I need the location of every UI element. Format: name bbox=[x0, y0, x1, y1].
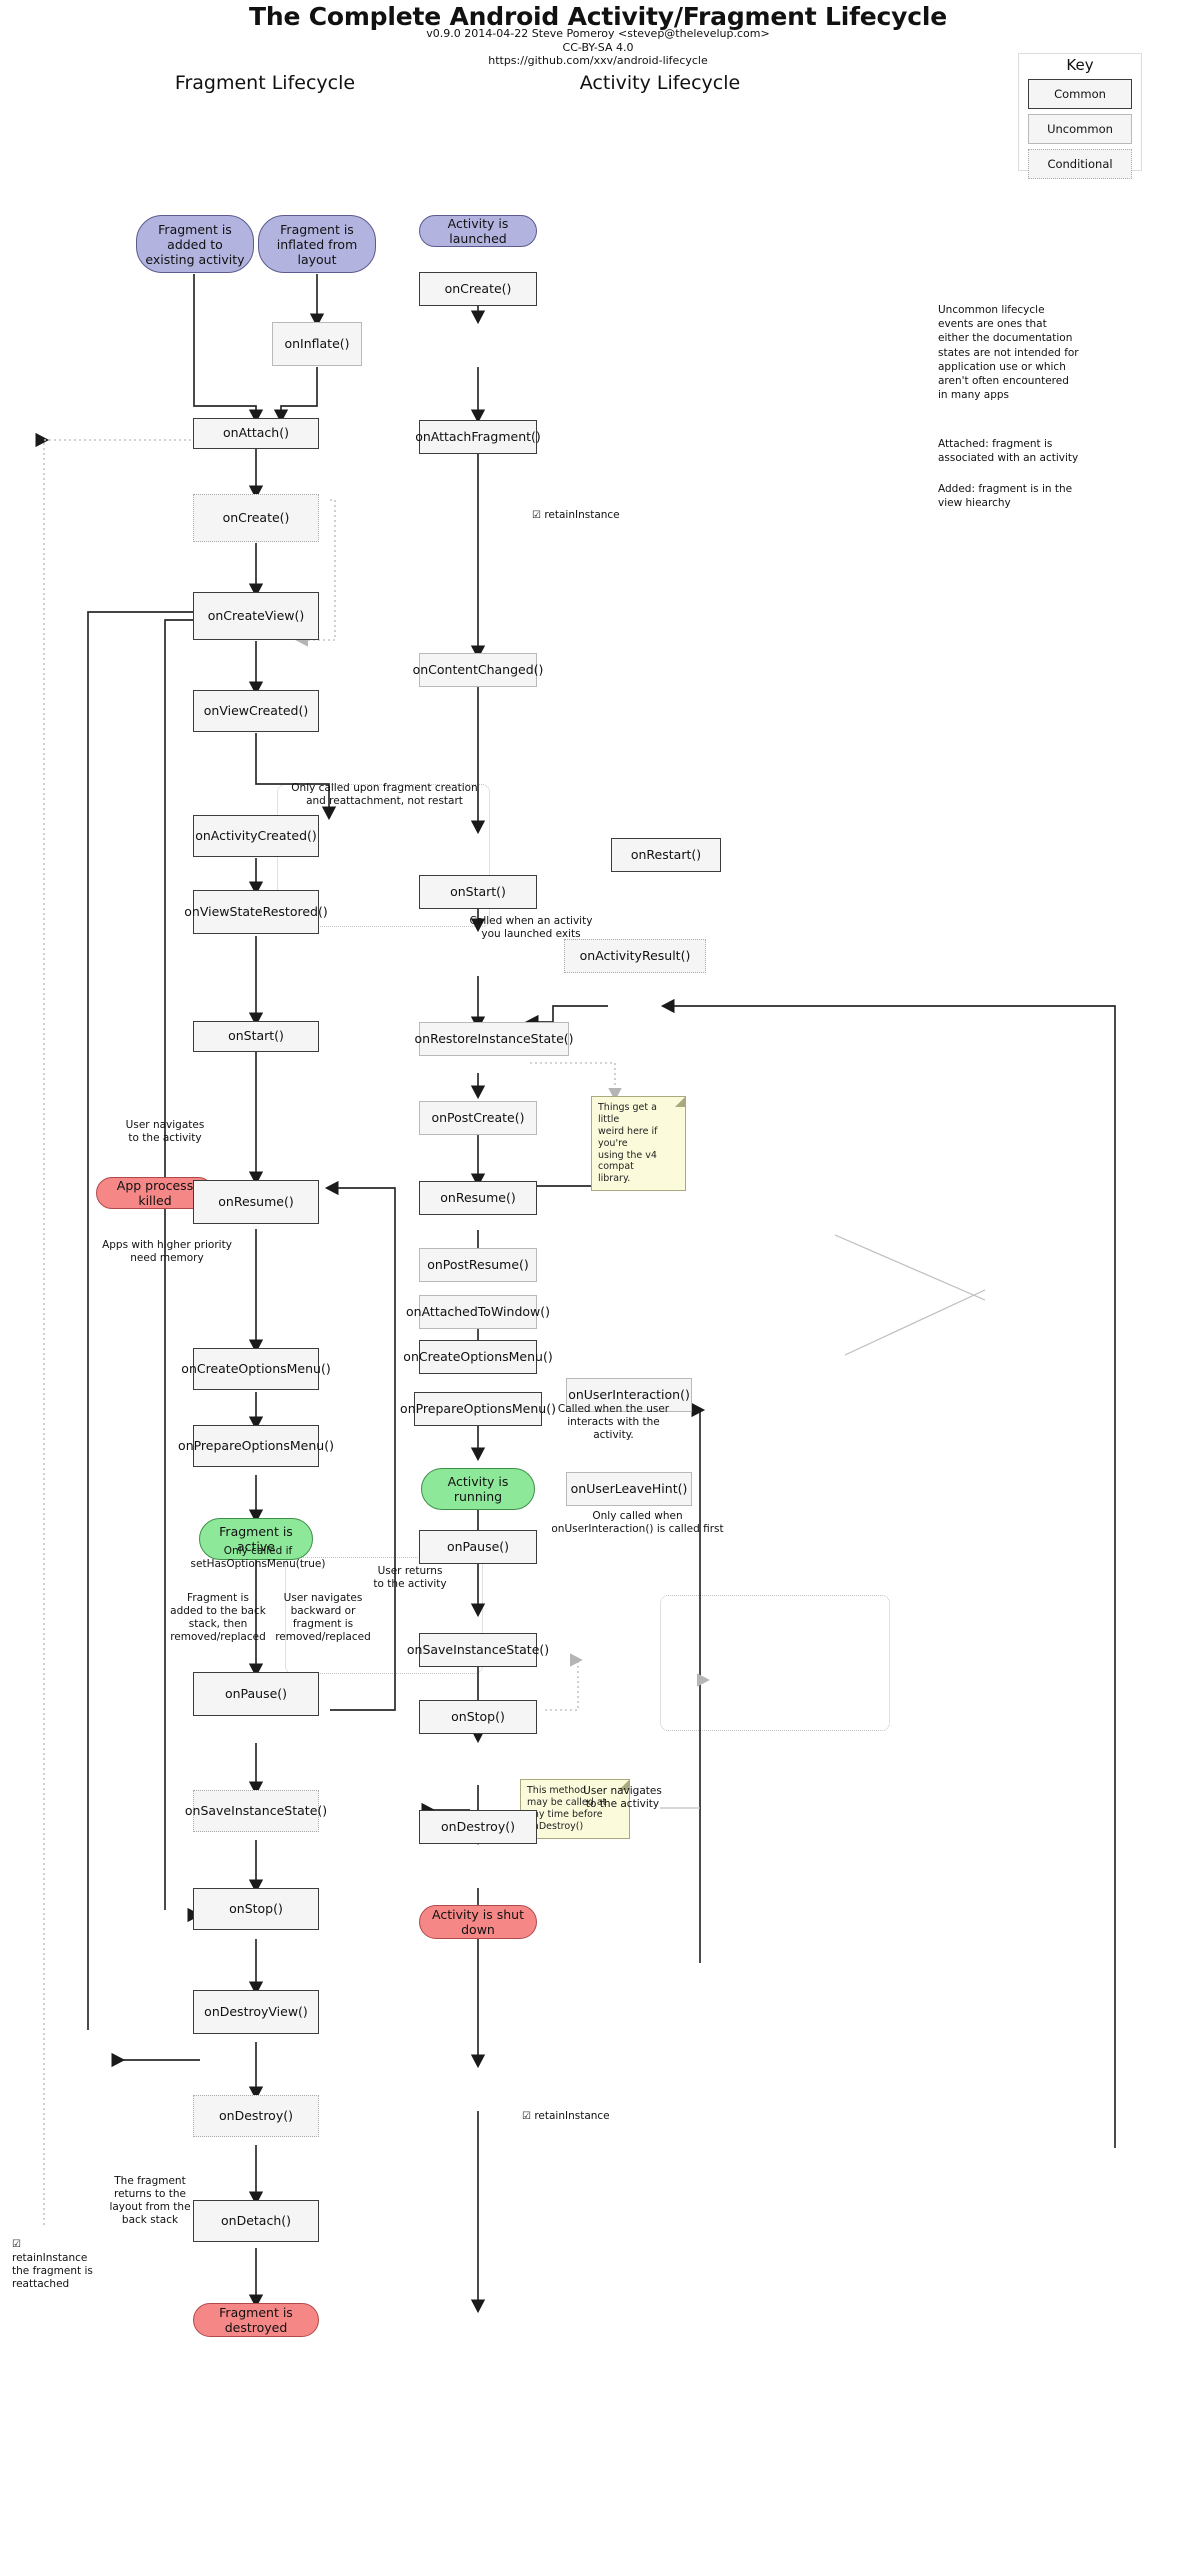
fragment-onresume[interactable]: onResume() bbox=[193, 1180, 319, 1224]
fragment-onactivitycreated[interactable]: onActivityCreated() bbox=[193, 815, 319, 857]
fragment-oninflate[interactable]: onInflate() bbox=[272, 322, 362, 366]
activity-onrestoreinstancestate[interactable]: onRestoreInstanceState() bbox=[415, 1022, 574, 1056]
checkbox-checked-icon-left: ☑ bbox=[12, 2239, 21, 2250]
v4-compat-sticky-note: Things get a little weird here if you're… bbox=[591, 1096, 686, 1192]
key-item-common: Common bbox=[1028, 79, 1132, 109]
retain-instance-label-bottom: ☑ retainInstance bbox=[522, 2110, 610, 2122]
fragment-column-heading: Fragment Lifecycle bbox=[174, 72, 356, 94]
attached-definition-text: Attached: fragment is associated with an… bbox=[938, 438, 1079, 465]
fragment-onsaveinstancestate[interactable]: onSaveInstanceState() bbox=[185, 1790, 327, 1832]
activity-column-heading: Activity Lifecycle bbox=[579, 72, 741, 94]
activity-onsaveinstancestate[interactable]: onSaveInstanceState() bbox=[407, 1633, 549, 1667]
activity-onstop[interactable]: onStop() bbox=[419, 1700, 537, 1734]
uncommon-explainer-text: Uncommon lifecycle events are ones that … bbox=[938, 304, 1079, 402]
activity-onactivityresult[interactable]: onActivityResult() bbox=[564, 939, 706, 973]
fragment-ondetach[interactable]: onDetach() bbox=[193, 2200, 319, 2242]
apps-higher-priority-note: Apps with higher priority need memory bbox=[102, 1239, 232, 1265]
fragment-onattach[interactable]: onAttach() bbox=[193, 418, 319, 449]
called-when-launched-exits-note: Called when an activity you launched exi… bbox=[469, 915, 593, 941]
license-line: CC-BY-SA 4.0 bbox=[562, 41, 634, 54]
activity-is-launched[interactable]: Activity is launched bbox=[419, 215, 537, 247]
key-legend: Key Common Uncommon Conditional bbox=[1018, 53, 1142, 179]
fragment-is-destroyed[interactable]: Fragment is destroyed bbox=[193, 2303, 319, 2337]
retain-instance-label-top: ☑ retainInstance bbox=[532, 509, 620, 521]
fragment-onpause[interactable]: onPause() bbox=[193, 1672, 319, 1716]
checkbox-checked-icon-bottom: ☑ bbox=[522, 2111, 531, 2122]
fragment-ondestroyview[interactable]: onDestroyView() bbox=[193, 1990, 319, 2034]
fragment-returns-layout-note: The fragment returns to the layout from … bbox=[109, 2175, 191, 2227]
activity-onattachfragment[interactable]: onAttachFragment() bbox=[415, 420, 541, 454]
activity-onpause[interactable]: onPause() bbox=[419, 1530, 537, 1564]
activity-onpostcreate[interactable]: onPostCreate() bbox=[419, 1101, 537, 1135]
only-called-when-userinteraction-note: Only called when onUserInteraction() is … bbox=[551, 1510, 724, 1536]
user-returns-to-activity-note: User returns to the activity bbox=[373, 1565, 447, 1591]
key-title: Key bbox=[1066, 56, 1094, 74]
activity-onresume[interactable]: onResume() bbox=[419, 1181, 537, 1215]
activity-is-running[interactable]: Activity is running bbox=[421, 1468, 535, 1510]
fragment-onstop[interactable]: onStop() bbox=[193, 1888, 319, 1930]
version-line: v0.9.0 2014-04-22 Steve Pomeroy <stevep@… bbox=[426, 27, 770, 40]
fragment-ondestroy[interactable]: onDestroy() bbox=[193, 2095, 319, 2137]
fragment-added-back-stack-note: Fragment is added to the back stack, the… bbox=[170, 1592, 266, 1644]
only-called-creation-note: Only called upon fragment creation and r… bbox=[291, 782, 478, 808]
fragment-onstart[interactable]: onStart() bbox=[193, 1021, 319, 1052]
activity-onpostresume[interactable]: onPostResume() bbox=[419, 1248, 537, 1282]
activity-oncontentchanged[interactable]: onContentChanged() bbox=[413, 653, 543, 687]
fragment-oncreateoptionsmenu[interactable]: onCreateOptionsMenu() bbox=[181, 1348, 331, 1390]
activity-oncreate[interactable]: onCreate() bbox=[419, 272, 537, 306]
fragment-onprepareoptionsmenu[interactable]: onPrepareOptionsMenu() bbox=[178, 1425, 334, 1467]
diagram-canvas: The Complete Android Activity/Fragment L… bbox=[0, 0, 1196, 2552]
fragment-inflated-from-layout[interactable]: Fragment is inflated from layout bbox=[258, 215, 376, 273]
activity-is-shut-down[interactable]: Activity is shut down bbox=[419, 1905, 537, 1939]
activity-onstart[interactable]: onStart() bbox=[419, 875, 537, 909]
fragment-onviewcreated[interactable]: onViewCreated() bbox=[193, 690, 319, 732]
key-item-conditional: Conditional bbox=[1028, 149, 1132, 179]
activity-interaction-group bbox=[660, 1595, 890, 1731]
fragment-oncreate[interactable]: onCreate() bbox=[193, 494, 319, 542]
key-item-uncommon: Uncommon bbox=[1028, 114, 1132, 144]
added-definition-text: Added: fragment is in the view hiearchy bbox=[938, 483, 1073, 510]
activity-oncreateoptionsmenu[interactable]: onCreateOptionsMenu() bbox=[403, 1340, 553, 1374]
activity-onrestart[interactable]: onRestart() bbox=[611, 838, 721, 872]
user-navigates-backward-note: User navigates backward or fragment is r… bbox=[275, 1592, 371, 1644]
fragment-oncreateview[interactable]: onCreateView() bbox=[193, 592, 319, 640]
retain-instance-reattached-note: ☑ retainInstance the fragment is reattach… bbox=[12, 2239, 93, 2290]
user-navigates-to-activity-note-fragment: User navigates to the activity bbox=[125, 1119, 205, 1145]
activity-ondestroy[interactable]: onDestroy() bbox=[419, 1810, 537, 1844]
called-when-user-interacts-note: Called when the user interacts with the … bbox=[557, 1403, 670, 1442]
source-url: https://github.com/xxv/android-lifecycle bbox=[488, 54, 708, 67]
fragment-onviewstaterestored[interactable]: onViewStateRestored() bbox=[184, 890, 328, 934]
activity-onuserleavehint[interactable]: onUserLeaveHint() bbox=[566, 1472, 692, 1506]
activity-onprepareoptionsmenu[interactable]: onPrepareOptionsMenu() bbox=[400, 1392, 556, 1426]
user-navigates-to-activity-note-activity: User navigates to the activity bbox=[583, 1785, 662, 1811]
fragment-added-to-existing-activity[interactable]: Fragment is added to existing activity bbox=[136, 215, 254, 273]
checkbox-checked-icon: ☑ bbox=[532, 510, 541, 521]
only-called-if-menu-note: Only called if setHasOptionsMenu(true) bbox=[190, 1545, 326, 1571]
activity-onattachedtowindow[interactable]: onAttachedToWindow() bbox=[406, 1295, 550, 1329]
